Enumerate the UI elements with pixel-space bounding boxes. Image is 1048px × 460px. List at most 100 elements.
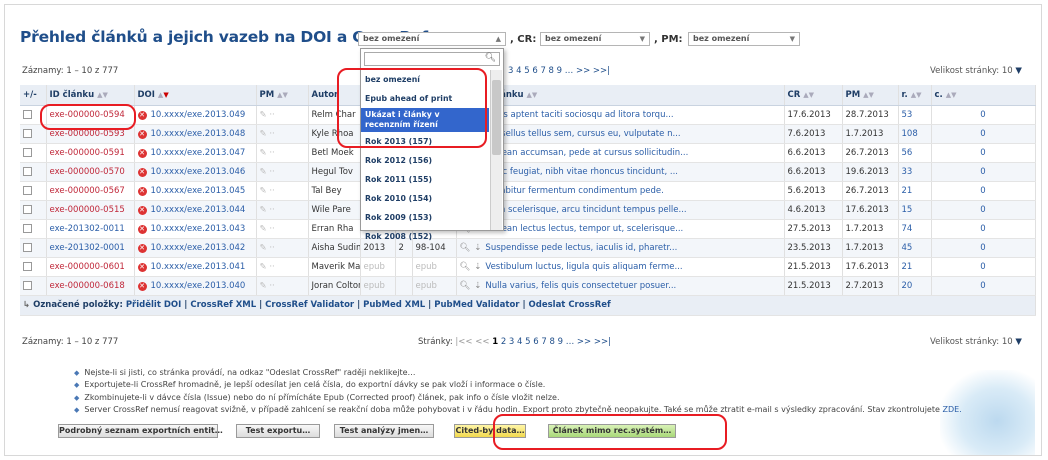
table-row[interactable]: exe-000000-0618 ✕ 10.xxxx/exe.2013.040 ✎ ··… — [20, 276, 1036, 296]
article-name-cell[interactable]: 🔍︎ ⇣ Vestibulum luctus, ligula quis aliqua… — [456, 257, 785, 277]
test-export-button[interactable]: Test exportu… — [236, 424, 320, 438]
doi-link[interactable]: 10.xxxx/exe.2013.042 — [151, 243, 246, 253]
doi-cell[interactable]: ✕ 10.xxxx/exe.2013.040 — [134, 276, 257, 296]
dropdown-scrollbar[interactable] — [490, 70, 502, 230]
table-row[interactable]: exe-000000-0601 ✕ 10.xxxx/exe.2013.041 ✎ ··… — [20, 257, 1036, 277]
cr-filter-select[interactable]: bez omezení ▼ — [540, 32, 650, 46]
article-name-link[interactable]: Nunc feugiat, nibh vitae rhoncus tincidu… — [485, 167, 678, 177]
doi-cell[interactable]: ✕ 10.xxxx/exe.2013.046 — [134, 162, 257, 182]
article-name-cell[interactable]: 🔍︎⇣Phasellus tellus sem, cursus eu, vulp… — [456, 124, 785, 144]
row-checkbox[interactable] — [23, 242, 32, 252]
year-filter-select[interactable]: bez omezení ▲ — [358, 32, 506, 46]
dropdown-option[interactable]: Rok 2009 (153) — [361, 208, 489, 227]
table-row[interactable]: exe-201302-0001 ✕ 10.xxxx/exe.2013.042 ✎ ··… — [20, 238, 1036, 258]
action-pubmed-xml[interactable]: PubMed XML — [363, 300, 425, 310]
note-link-zde[interactable]: ZDE. — [942, 405, 961, 414]
doi-link[interactable]: 10.xxxx/exe.2013.045 — [151, 186, 246, 196]
article-name-link[interactable]: Curabitur fermentum condimentum pede. — [485, 186, 663, 196]
row-checkbox-cell[interactable] — [20, 162, 47, 182]
article-name-cell[interactable]: 🔍︎⇣Nam scelerisque, arcu tincidunt tempu… — [456, 200, 785, 220]
col-r[interactable]: r. ▲▼ — [898, 85, 932, 106]
article-name-cell[interactable]: 🔍︎⇣Curabitur fermentum condimentum pede. — [456, 181, 785, 201]
row-checkbox[interactable] — [23, 147, 32, 157]
pager-top[interactable]: 3 4 5 6 7 8 9 … >> >>| — [508, 66, 610, 76]
table-row[interactable]: exe-000000-0593 ✕ 10.xxxx/exe.2013.048 ✎ ··… — [20, 124, 1036, 144]
row-checkbox-cell[interactable] — [20, 257, 47, 277]
doi-cell[interactable]: ✕ 10.xxxx/exe.2013.045 — [134, 181, 257, 201]
row-checkbox[interactable] — [23, 166, 32, 176]
action-send-crossref[interactable]: Odeslat CrossRef — [529, 300, 611, 310]
article-id-cell[interactable]: exe-000000-0515 — [46, 200, 135, 220]
article-name-cell[interactable]: 🔍︎⇣Class aptent taciti sociosqu ad litor… — [456, 105, 785, 125]
article-name-cell[interactable]: 🔍︎ ⇣ Nulla varius, felis quis consectetuer… — [456, 276, 785, 296]
dropdown-option[interactable]: Rok 2011 (155) — [361, 170, 489, 189]
col-pm[interactable]: PM ▲▼ — [256, 85, 309, 106]
article-name-cell[interactable]: 🔍︎ ⇣ Suspendisse pede lectus, iaculis id, … — [456, 238, 785, 258]
action-assign-doi[interactable]: Přidělit DOI — [126, 300, 181, 310]
article-id-cell[interactable]: exe-000000-0601 — [46, 257, 135, 277]
link-icon[interactable]: ⇣ — [474, 262, 481, 272]
article-name-link[interactable]: Vestibulum luctus, ligula quis aliquam f… — [485, 262, 682, 272]
doi-link[interactable]: 10.xxxx/exe.2013.047 — [151, 148, 246, 158]
doi-cell[interactable]: ✕ 10.xxxx/exe.2013.043 — [134, 219, 257, 239]
article-id-link[interactable]: exe-000000-0591 — [50, 148, 125, 158]
doi-link[interactable]: 10.xxxx/exe.2013.041 — [151, 262, 246, 272]
action-pubmed-validator[interactable]: PubMed Validator — [434, 300, 519, 310]
article-id-link[interactable]: exe-000000-0618 — [50, 281, 125, 291]
export-entities-button[interactable]: Podrobný seznam exportních entit… — [58, 424, 223, 438]
page-size-value[interactable]: 10 — [1002, 337, 1013, 347]
magnifier-icon[interactable]: 🔍︎ — [460, 262, 471, 272]
article-name-link[interactable]: Nam scelerisque, arcu tincidunt tempus p… — [485, 205, 686, 215]
article-name-link[interactable]: Aenean lectus lectus, tempor ut, sceleri… — [485, 224, 683, 234]
article-id-cell[interactable]: exe-201302-0011 — [46, 219, 135, 239]
row-checkbox[interactable] — [23, 204, 32, 214]
article-id-link[interactable]: exe-000000-0567 — [50, 186, 125, 196]
article-name-link[interactable]: Suspendisse pede lectus, iaculis id, pha… — [485, 243, 677, 253]
row-checkbox[interactable] — [23, 223, 32, 233]
col-c[interactable]: c. ▲▼ — [931, 85, 1036, 106]
article-id-link[interactable]: exe-201302-0011 — [50, 224, 125, 234]
doi-cell[interactable]: ✕ 10.xxxx/exe.2013.044 — [134, 200, 257, 220]
article-name-cell[interactable]: 🔍︎⇣Aenean accumsan, pede at cursus solli… — [456, 143, 785, 163]
row-checkbox-cell[interactable] — [20, 200, 47, 220]
article-name-link[interactable]: Class aptent taciti sociosqu ad litora t… — [485, 110, 673, 120]
doi-link[interactable]: 10.xxxx/exe.2013.046 — [151, 167, 246, 177]
row-checkbox[interactable] — [23, 109, 32, 119]
doi-link[interactable]: 10.xxxx/exe.2013.049 — [151, 110, 246, 120]
row-checkbox-cell[interactable] — [20, 219, 47, 239]
article-id-cell[interactable]: exe-000000-0591 — [46, 143, 135, 163]
row-checkbox-cell[interactable] — [20, 238, 47, 258]
pager-bottom-first[interactable]: |<< << — [455, 337, 489, 347]
link-icon[interactable]: ⇣ — [474, 281, 481, 291]
article-name-link[interactable]: Phasellus tellus sem, cursus eu, vulputa… — [485, 129, 680, 139]
table-row[interactable]: exe-000000-0594 ✕ 10.xxxx/exe.2013.049 ✎ ··… — [20, 105, 1036, 125]
table-row[interactable]: exe-000000-0591 ✕ 10.xxxx/exe.2013.047 ✎ ··… — [20, 143, 1036, 163]
article-id-cell[interactable]: exe-000000-0618 — [46, 276, 135, 296]
row-checkbox[interactable] — [23, 128, 32, 138]
article-id-link[interactable]: exe-000000-0570 — [50, 167, 125, 177]
table-row[interactable]: exe-000000-0567 ✕ 10.xxxx/exe.2013.045 ✎ ··… — [20, 181, 1036, 201]
dropdown-search-input[interactable]: 🔍︎ — [364, 52, 500, 66]
article-id-link[interactable]: exe-201302-0001 — [50, 243, 125, 253]
doi-cell[interactable]: ✕ 10.xxxx/exe.2013.048 — [134, 124, 257, 144]
article-name-cell[interactable]: 🔍︎⇣Aenean lectus lectus, tempor ut, scel… — [456, 219, 785, 239]
pager-bottom[interactable]: Stránky: |<< << 1 2 3 4 5 6 7 8 9 … >> >… — [418, 337, 611, 347]
article-id-link[interactable]: exe-000000-0601 — [50, 262, 125, 272]
col-id[interactable]: ID článku ▲▼ — [46, 85, 135, 106]
dropdown-option[interactable]: Rok 2010 (154) — [361, 189, 489, 208]
article-id-cell[interactable]: exe-000000-0567 — [46, 181, 135, 201]
row-checkbox-cell[interactable] — [20, 181, 47, 201]
doi-link[interactable]: 10.xxxx/exe.2013.044 — [151, 205, 246, 215]
dropdown-option[interactable]: Rok 2012 (156) — [361, 151, 489, 170]
action-crossref-xml[interactable]: CrossRef XML — [190, 300, 256, 310]
article-id-link[interactable]: exe-000000-0515 — [50, 205, 125, 215]
page-size-top[interactable]: Velikost stránky: 10 ▼ — [930, 66, 1022, 76]
doi-cell[interactable]: ✕ 10.xxxx/exe.2013.041 — [134, 257, 257, 277]
col-cr-date[interactable]: CR ▲▼ — [784, 85, 843, 106]
doi-cell[interactable]: ✕ 10.xxxx/exe.2013.047 — [134, 143, 257, 163]
doi-link[interactable]: 10.xxxx/exe.2013.040 — [151, 281, 246, 291]
page-size-bottom[interactable]: Velikost stránky: 10 ▼ — [930, 337, 1022, 347]
article-name-link[interactable]: Aenean accumsan, pede at cursus sollicit… — [485, 148, 688, 158]
pager-bottom-links[interactable]: 2 3 4 5 6 7 8 9 … >> >>| — [501, 337, 611, 347]
action-crossref-validator[interactable]: CrossRef Validator — [265, 300, 354, 310]
